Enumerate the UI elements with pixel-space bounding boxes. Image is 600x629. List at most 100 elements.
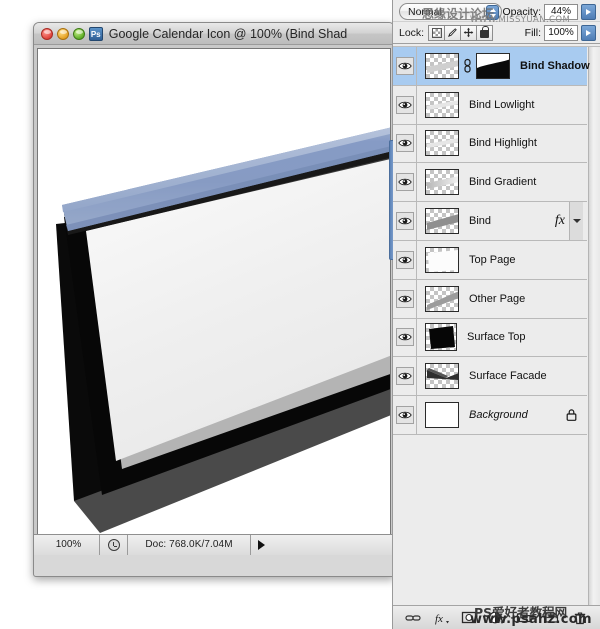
layer-thumbnail[interactable] xyxy=(425,246,459,273)
layer-row[interactable]: Bind fx xyxy=(393,202,587,241)
layer-locked-indicator xyxy=(566,409,587,421)
eye-icon xyxy=(397,411,412,419)
layer-visibility-toggle[interactable] xyxy=(393,163,417,202)
layer-visibility-toggle[interactable] xyxy=(393,240,417,279)
opacity-label: Opacity: xyxy=(502,5,541,18)
layer-name: Bind Gradient xyxy=(469,176,537,189)
layer-visibility-toggle[interactable] xyxy=(393,202,417,240)
lock-image-pixels-button[interactable] xyxy=(444,24,462,41)
layer-mask-thumbnail[interactable] xyxy=(476,52,510,79)
effects-expand-triangle-icon[interactable] xyxy=(569,202,583,240)
brush-icon xyxy=(448,28,457,37)
layer-name: Bind Lowlight xyxy=(469,98,535,111)
layer-row[interactable]: Bind Highlight xyxy=(393,124,587,164)
new-layer-icon[interactable] xyxy=(542,609,562,627)
layer-thumbnails xyxy=(417,402,459,429)
document-title: Google Calendar Icon @ 100% (Bind Shad xyxy=(108,27,348,41)
layer-visibility-toggle[interactable] xyxy=(393,396,417,434)
zoom-button[interactable] xyxy=(73,27,85,40)
add-layer-style-icon[interactable]: fx xyxy=(431,609,451,627)
eye-icon xyxy=(397,295,412,302)
opacity-control: Opacity: 44% xyxy=(502,3,596,20)
layer-row[interactable]: Bind Shadow xyxy=(393,47,590,86)
blend-opacity-row: Normal Opacity: 44% xyxy=(393,0,600,22)
photoshop-screenshot: Ps Google Calendar Icon @ 100% (Bind Sha… xyxy=(0,0,600,629)
eye-icon xyxy=(397,62,412,70)
layer-list: Bind Shadow Bind Lowlight Bind Highlight Bi… xyxy=(393,46,600,605)
layers-panel-header: Normal Opacity: 44% Lock: Fill: 100% xyxy=(393,0,600,44)
eye-icon xyxy=(397,217,412,225)
canvas-area[interactable] xyxy=(37,48,391,552)
document-statusbar: 100% Doc: 768.0K/7.04M xyxy=(34,534,394,555)
layer-thumbnails xyxy=(417,130,459,157)
layer-visibility-toggle[interactable] xyxy=(393,279,417,318)
fill-control: Fill: 100% xyxy=(524,24,596,41)
layer-visibility-toggle[interactable] xyxy=(393,85,417,124)
lock-icon xyxy=(566,409,577,421)
document-window: Ps Google Calendar Icon @ 100% (Bind Sha… xyxy=(33,22,395,577)
eye-icon xyxy=(397,140,412,147)
layer-thumbnail[interactable] xyxy=(425,130,459,157)
layer-row[interactable]: Top Page xyxy=(393,240,587,280)
layer-rows-container: Bind Shadow Bind Lowlight Bind Highlight Bi… xyxy=(393,47,590,435)
layer-thumbnails xyxy=(417,246,459,273)
layer-thumbnail[interactable] xyxy=(425,91,459,118)
fx-badge-icon[interactable]: fx xyxy=(555,213,565,229)
fill-label: Fill: xyxy=(524,26,541,39)
layer-name: Surface Top xyxy=(467,331,526,344)
layer-thumbnail[interactable] xyxy=(425,285,459,312)
blend-mode-stepper-icon[interactable] xyxy=(486,5,500,20)
link-layers-icon[interactable] xyxy=(403,609,423,627)
fill-input[interactable]: 100% xyxy=(544,24,578,41)
layer-visibility-toggle[interactable] xyxy=(393,47,417,85)
svg-text:fx: fx xyxy=(435,613,443,625)
mask-link-icon[interactable] xyxy=(463,56,472,76)
layer-effects-group: fx xyxy=(555,202,587,240)
layer-thumbnails xyxy=(417,285,459,312)
add-layer-mask-icon[interactable] xyxy=(459,609,479,627)
opacity-slider-arrow-icon[interactable] xyxy=(581,3,596,20)
blend-mode-dropdown[interactable]: Normal xyxy=(399,3,503,20)
scratch-sizes-icon[interactable] xyxy=(100,535,128,555)
layer-thumbnail[interactable] xyxy=(425,363,459,390)
link-icon xyxy=(464,58,471,73)
layer-visibility-toggle[interactable] xyxy=(393,357,417,396)
layer-list-scrollbar[interactable] xyxy=(588,47,600,605)
layer-visibility-toggle[interactable] xyxy=(393,124,417,163)
lock-buttons-group xyxy=(428,24,494,41)
layer-row[interactable]: Bind Gradient xyxy=(393,163,587,203)
layer-row[interactable]: Bind Lowlight xyxy=(393,85,587,125)
photoshop-icon: Ps xyxy=(88,27,103,41)
canvas-artwork xyxy=(38,49,390,551)
layer-visibility-toggle[interactable] xyxy=(393,318,417,357)
move-icon xyxy=(463,27,474,38)
fill-slider-arrow-icon[interactable] xyxy=(581,24,596,41)
eye-icon xyxy=(397,334,412,341)
window-controls xyxy=(41,27,85,40)
minimize-button[interactable] xyxy=(57,27,69,40)
layer-thumbnail[interactable] xyxy=(425,402,459,429)
layer-thumbnail[interactable] xyxy=(425,169,459,196)
layer-thumbnail[interactable] xyxy=(425,323,457,352)
new-group-icon[interactable] xyxy=(514,609,534,627)
layer-name: Bind xyxy=(469,215,492,228)
zoom-level[interactable]: 100% xyxy=(38,535,100,555)
layer-thumbnail[interactable] xyxy=(425,52,459,79)
layer-row[interactable]: Surface Top xyxy=(393,318,587,358)
lock-transparent-pixels-button[interactable] xyxy=(428,24,446,41)
calendar-icon-artwork xyxy=(56,127,390,533)
layer-row[interactable]: Surface Facade xyxy=(393,357,587,397)
opacity-input[interactable]: 44% xyxy=(544,3,578,20)
delete-layer-icon[interactable] xyxy=(570,609,590,627)
new-adjustment-layer-icon[interactable] xyxy=(486,609,506,627)
statusbar-menu-arrow[interactable] xyxy=(250,535,272,555)
layer-thumbnail[interactable] xyxy=(425,208,459,235)
close-button[interactable] xyxy=(41,27,53,40)
layer-row[interactable]: Other Page xyxy=(393,279,587,319)
layer-row[interactable]: Background xyxy=(393,396,587,435)
layer-name: Other Page xyxy=(469,292,526,305)
eye-icon xyxy=(397,101,412,108)
lock-position-button[interactable] xyxy=(460,24,478,41)
lock-all-button[interactable] xyxy=(476,24,494,41)
document-titlebar[interactable]: Ps Google Calendar Icon @ 100% (Bind Sha… xyxy=(34,23,394,45)
